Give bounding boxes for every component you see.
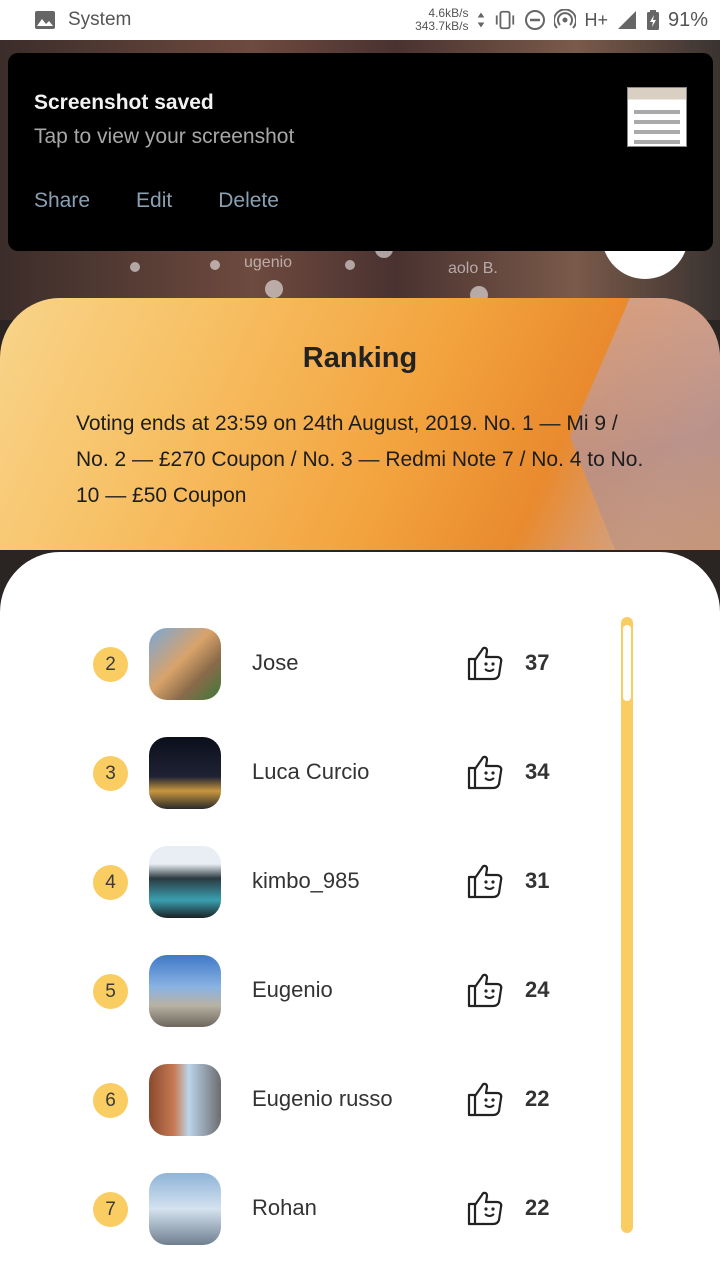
ranking-description: Voting ends at 23:59 on 24th August, 201…: [76, 412, 644, 507]
net-down-speed: 343.7kB/s: [415, 19, 469, 33]
screenshot-notification[interactable]: Screenshot saved Tap to view your screen…: [8, 53, 713, 251]
notification-title: Screenshot saved: [34, 91, 214, 114]
user-avatar[interactable]: [149, 955, 221, 1027]
ranking-row[interactable]: 7 Rohan 22: [0, 1169, 720, 1249]
rank-badge: 2: [93, 647, 128, 682]
do-not-disturb-icon: [525, 10, 546, 30]
background-text-1: ugenio: [244, 254, 293, 271]
edit-button[interactable]: Edit: [136, 189, 172, 213]
ranking-title: Ranking: [302, 342, 418, 374]
vote-count: 24: [525, 977, 550, 1002]
network-type: H+: [584, 9, 608, 30]
share-button[interactable]: Share: [34, 189, 90, 213]
user-avatar[interactable]: [149, 737, 221, 809]
scrollbar-track[interactable]: [621, 617, 633, 1233]
notification-actions: Share Edit Delete: [34, 189, 687, 213]
ranking-row[interactable]: 3 Luca Curcio 34: [0, 733, 720, 813]
rank-badge: 4: [93, 865, 128, 900]
delete-button[interactable]: Delete: [218, 189, 279, 213]
vote-count: 22: [525, 1195, 550, 1220]
user-avatar[interactable]: [149, 628, 221, 700]
notification-subtitle: Tap to view your screenshot: [34, 125, 295, 148]
ranking-row[interactable]: 6 Eugenio russo 22: [0, 1060, 720, 1140]
thumbs-up-icon[interactable]: [466, 971, 504, 1009]
vibrate-icon: [496, 10, 515, 30]
app-root: ugenio aolo B. System 4.6kB/s 343.7kB/s: [0, 0, 720, 1280]
signal-icon: [617, 11, 636, 29]
ranking-row[interactable]: 2 Jose 37: [0, 624, 720, 704]
vote-count: 22: [525, 1086, 550, 1111]
vote-count: 34: [525, 759, 550, 784]
screenshot-thumbnail[interactable]: [627, 87, 687, 147]
background-text-2: aolo B.: [448, 260, 498, 277]
data-arrows-icon: [478, 12, 485, 28]
status-app-name: System: [68, 9, 132, 30]
rank-badge: 5: [93, 974, 128, 1009]
network-speed: 4.6kB/s 343.7kB/s: [415, 7, 468, 33]
ranking-banner: Ranking Voting ends at 23:59 on 24th Aug…: [0, 298, 720, 550]
thumbs-up-icon[interactable]: [466, 1189, 504, 1227]
thumbs-up-icon[interactable]: [466, 862, 504, 900]
scrollbar-thumb[interactable]: [623, 625, 631, 701]
ranking-list-panel[interactable]: 2 Jose 37 3 Luca Curcio 34 4 kimbo_985 31 5 Eugeni…: [0, 552, 720, 1280]
user-name[interactable]: Eugenio: [252, 977, 333, 1003]
user-name[interactable]: Jose: [252, 650, 298, 676]
user-name[interactable]: Luca Curcio: [252, 759, 369, 785]
ranking-row[interactable]: 5 Eugenio 24: [0, 951, 720, 1031]
user-avatar[interactable]: [149, 846, 221, 918]
vote-count: 37: [525, 650, 550, 675]
ranking-row[interactable]: 4 kimbo_985 31: [0, 842, 720, 922]
thumbs-up-icon[interactable]: [466, 753, 504, 791]
gallery-icon: [35, 11, 55, 29]
thumbs-up-icon[interactable]: [466, 644, 504, 682]
vote-count: 31: [525, 868, 550, 893]
rank-badge: 6: [93, 1083, 128, 1118]
hotspot-icon: [554, 9, 577, 29]
battery-charging-icon: [646, 10, 659, 30]
user-avatar[interactable]: [149, 1064, 221, 1136]
rank-badge: 3: [93, 756, 128, 791]
rank-badge: 7: [93, 1192, 128, 1227]
user-avatar[interactable]: [149, 1173, 221, 1245]
user-name[interactable]: Rohan: [252, 1195, 317, 1221]
battery-percentage: 91%: [667, 8, 708, 31]
thumbs-up-icon[interactable]: [466, 1080, 504, 1118]
user-name[interactable]: kimbo_985: [252, 868, 360, 894]
status-bar: System 4.6kB/s 343.7kB/s H+ 91%: [0, 0, 720, 40]
user-name[interactable]: Eugenio russo: [252, 1086, 393, 1112]
